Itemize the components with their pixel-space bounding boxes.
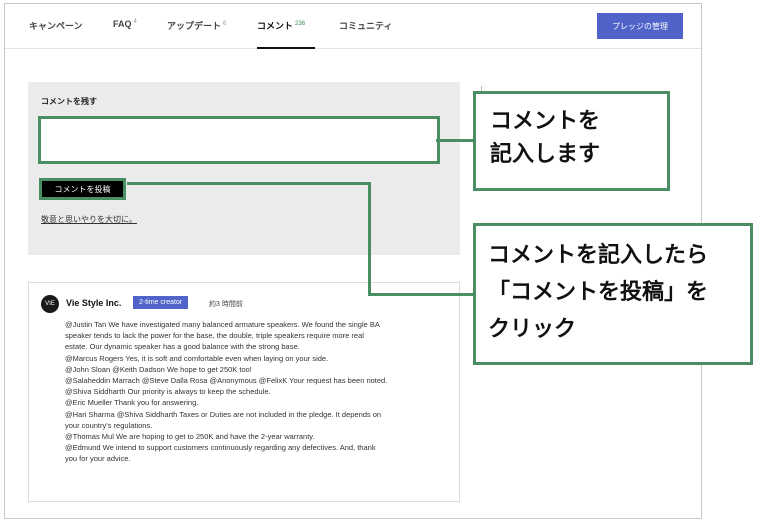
manage-pledge-button[interactable]: プレッジの管理: [597, 13, 683, 39]
comment-card: VIE Vie Style Inc. 2-time creator 約3 時間前…: [28, 282, 460, 502]
comment-line: @John Sloan @Keith Dadson We hope to get…: [65, 364, 252, 374]
comment-line: @Hari Sharma @Shiva Siddharth Taxes or D…: [65, 409, 382, 419]
comment-line: @Salaheddin Marrach @Steve Dalla Rosa @A…: [65, 376, 388, 386]
tab-updates[interactable]: アップデート 6: [167, 19, 226, 32]
active-tab-indicator: [257, 47, 315, 49]
tab-faq[interactable]: FAQ 4: [113, 19, 137, 29]
callout-line: 記入します: [490, 142, 601, 167]
connector-line-submit-h2: [368, 293, 474, 296]
comment-line: your country's regulations.: [65, 420, 153, 430]
tab-updates-count: 6: [223, 21, 227, 27]
comment-form-title: コメントを残す: [41, 97, 97, 106]
comment-line: @Justin Tan We have investigated many ba…: [65, 320, 380, 329]
tab-comments[interactable]: コメント 236: [257, 19, 305, 32]
callout-submit-instruction: コメントを記入したら 「コメントを投稿」を クリック: [473, 223, 753, 365]
connector-line-input: [436, 139, 474, 142]
avatar[interactable]: VIE: [41, 295, 59, 313]
tab-campaign[interactable]: キャンペーン: [29, 19, 83, 32]
callout-line: クリック: [488, 317, 577, 342]
top-nav: キャンペーン FAQ 4 アップデート 6 コメント 236 コミュニティ プレッジの…: [5, 4, 701, 49]
tab-community[interactable]: コミュニティ: [339, 19, 392, 32]
tab-faq-count: 4: [133, 19, 137, 25]
comment-line: @Marcus Rogers Yes, it is soft and comfo…: [65, 353, 329, 363]
creator-badge: 2-time creator: [133, 296, 189, 309]
comment-body: @Justin Tan We have investigated many ba…: [65, 319, 450, 465]
comment-line: speaker tends to lack the power for the …: [65, 331, 364, 341]
tab-comments-count: 236: [295, 21, 306, 27]
callout-line: 「コメントを投稿」を: [488, 280, 709, 305]
comment-author[interactable]: Vie Style Inc.: [66, 298, 121, 308]
comment-line: you for your advice.: [65, 454, 131, 464]
callout-line: コメントを: [490, 109, 601, 134]
comment-form: コメントを残す コメントを投稿 敬意と思いやりを大切に。: [28, 82, 460, 255]
comment-line: estate. Our dynamic speaker has a good b…: [65, 342, 300, 352]
connector-line-submit-h1: [127, 182, 371, 185]
respect-policy-link[interactable]: 敬意と思いやりを大切に。: [41, 214, 137, 225]
callout-line: コメントを記入したら: [488, 243, 709, 268]
comment-line: @Shiva Siddharth Our priority is always …: [65, 387, 271, 397]
comment-input[interactable]: [38, 116, 440, 164]
connector-line-submit-v: [368, 182, 371, 296]
callout-input-instruction: コメントを 記入します: [473, 91, 670, 191]
comment-line: @Thomas Mul We are hoping to get to 250K…: [65, 432, 315, 442]
comment-timestamp: 約3 時間前: [209, 301, 243, 308]
comment-line: @Eric Mueller Thank you for answering.: [65, 398, 199, 408]
post-comment-button[interactable]: コメントを投稿: [39, 178, 126, 200]
comment-line: @Edmund We intend to support customers c…: [65, 443, 376, 453]
